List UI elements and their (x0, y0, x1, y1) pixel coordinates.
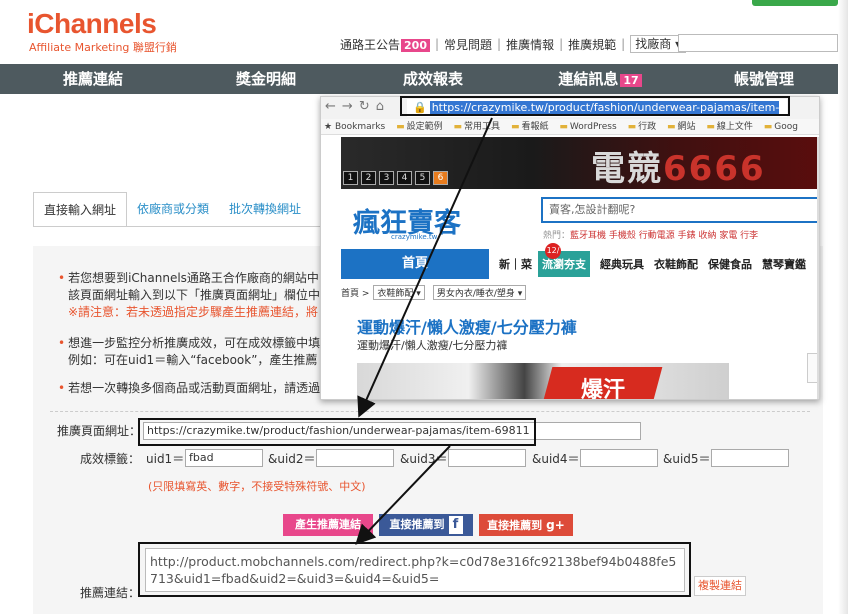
copy-link-button[interactable]: 複製連結 (694, 576, 746, 596)
nav-performance-report[interactable]: 成效報表 (346, 64, 520, 94)
folder-icon: ▬ (706, 122, 715, 132)
googleplus-icon: g+ (546, 518, 565, 532)
share-facebook-button[interactable]: 直接推薦到 f (379, 514, 473, 536)
share-googleplus-button[interactable]: 直接推薦到 g+ (479, 514, 573, 536)
crazymike-logo-sub: crazymike.tw (391, 233, 438, 241)
uid5-input[interactable] (711, 449, 789, 467)
tab-direct-url[interactable]: 直接輸入網址 (33, 192, 128, 226)
uid3-input[interactable] (448, 449, 526, 467)
banner-pager: 1 2 3 4 5 6 (343, 171, 451, 185)
logo-tagline: Affiliate Marketing 聯盟行銷 (29, 41, 177, 54)
top-green-button[interactable] (752, 0, 838, 6)
site-nav-home[interactable]: 首頁 (341, 249, 489, 279)
back-icon[interactable]: ← (325, 99, 342, 114)
main-nav: 推薦連結 獎金明細 成效報表 連結訊息 17 帳號管理 (0, 64, 848, 94)
site-nav-item[interactable]: 保健食品 (708, 256, 752, 272)
top-links: 通路王公告200 | 常見問題 | 推廣情報 | 推廣規範 | 找廠商 ▾ (340, 35, 687, 53)
site-nav-new[interactable]: 新｜菜 (499, 256, 532, 272)
site-nav-item[interactable]: 慧琴寶鑑 (762, 256, 806, 272)
instruction-1: • 若您想要到iChannels通路王合作廠商的網站中 該頁面網址輸入到以下「推廣… (58, 271, 321, 319)
product-title: 運動爆汗/懶人激瘦/七分壓力褲 (357, 318, 577, 337)
bookmarks-bar: ★ Bookmarks ▬ 設定範例 ▬ 常用工具 ▬ 看報紙 ▬ WordPress … (321, 119, 819, 135)
banner-page[interactable]: 4 (397, 171, 412, 185)
instruction-3: • 若想一次轉換多個商品或活動頁面網址，請透過 (58, 381, 321, 395)
hot-keywords: 熱門：藍牙耳機 手機殼 行動電源 手錶 收納 家電 行李 (543, 231, 759, 241)
uid4-input[interactable] (580, 449, 658, 467)
banner-page-active[interactable]: 6 (433, 171, 448, 185)
divider (50, 411, 810, 412)
nav-referral-links[interactable]: 推薦連結 (0, 64, 186, 94)
generate-link-button[interactable]: 產生推薦連結 (283, 514, 373, 536)
breadcrumb-home[interactable]: 首頁 > (341, 286, 369, 299)
site-search-input[interactable]: 賣客,怎設計翻呢? (541, 197, 819, 223)
link-method-tabs: 直接輸入網址 依廠商或分類 批次轉換網址 (33, 192, 311, 226)
browser-scrollbar[interactable] (817, 137, 819, 399)
ichannels-logo[interactable]: iChannels (27, 8, 157, 40)
link-promo-rules[interactable]: 推廣規範 (568, 36, 616, 53)
link-faq[interactable]: 常見問題 (444, 36, 492, 53)
banner-page[interactable]: 1 (343, 171, 358, 185)
uid-format-hint: (只限填寫英、數字，不接受特殊符號、中文) (148, 480, 366, 493)
reload-icon[interactable]: ↻ (359, 99, 376, 114)
folder-icon: ▬ (453, 122, 463, 132)
page-url-label: 推廣頁面網址： (57, 424, 142, 438)
uid1-label: uid1＝ (146, 452, 185, 466)
tab-batch-convert[interactable]: 批次轉換網址 (219, 192, 311, 226)
forward-icon[interactable]: → (342, 99, 359, 114)
messages-count-badge: 17 (620, 74, 642, 87)
nav-account-management[interactable]: 帳號管理 (680, 64, 848, 94)
banner-title: 電競6666 (591, 149, 766, 189)
product-burst-text: 爆汗 (581, 378, 626, 400)
bookmarks-star-icon: ★ (324, 122, 333, 132)
tab-by-merchant[interactable]: 依廠商或分類 (127, 192, 219, 226)
nav-bonus-details[interactable]: 獎金明細 (186, 64, 346, 94)
folder-icon: ▬ (396, 122, 405, 132)
banner-page[interactable]: 3 (379, 171, 394, 185)
folder-icon: ▬ (559, 122, 568, 132)
site-breadcrumb: 首頁 > 衣鞋飾配 ▾ 男女內衣/睡衣/塑身 ▾ (341, 285, 530, 300)
window-edge (838, 0, 848, 614)
product-image[interactable] (357, 363, 729, 399)
uid1-input[interactable]: fbad (185, 449, 263, 467)
tags-label: 成效標籤： (80, 452, 141, 466)
product-subtitle: 運動爆汗/懶人激瘦/七分壓力褲 (357, 339, 508, 352)
uid4-label: &uid4＝ (532, 452, 580, 466)
folder-icon: ▬ (510, 122, 520, 132)
announcement-count-badge: 200 (401, 38, 430, 52)
highlight-address-bar (400, 96, 790, 116)
nav-link-messages[interactable]: 連結訊息 17 (520, 64, 680, 94)
breadcrumb-cat2[interactable]: 男女內衣/睡衣/塑身 ▾ (432, 285, 527, 300)
link-promo-info[interactable]: 推廣情報 (506, 36, 554, 53)
uid2-label: &uid2＝ (268, 452, 316, 466)
browser-screenshot-overlay: ←→↻⌂ 🔒 https://crazymike.tw/product/fashi… (320, 96, 820, 400)
highlight-page-url (138, 418, 536, 446)
highlight-result-link (138, 542, 691, 597)
facebook-icon: f (448, 516, 463, 534)
link-announcements[interactable]: 通路王公告 200 (340, 36, 430, 53)
uid5-label: &uid5＝ (663, 452, 711, 466)
browser-nav-icons: ←→↻⌂ (325, 99, 390, 114)
home-icon[interactable]: ⌂ (376, 99, 390, 114)
breadcrumb-cat1[interactable]: 衣鞋飾配 ▾ (373, 285, 425, 300)
banner-page[interactable]: 2 (361, 171, 376, 185)
site-nav-item[interactable]: 經典玩具 (600, 256, 644, 272)
banner-page[interactable]: 5 (415, 171, 430, 185)
site-nav-item[interactable]: 衣鞋飾配 (654, 256, 698, 272)
folder-icon: ▬ (627, 122, 637, 132)
header-search-input[interactable] (678, 34, 838, 52)
result-label: 推薦連結： (80, 586, 141, 600)
folder-icon: ▬ (666, 122, 676, 132)
site-nav: 首頁 新｜菜 12/ 流瀏夯支 經典玩具 衣鞋飾配 保健食品 慧琴寶鑑 (341, 243, 819, 279)
instruction-2: • 想進一步監控分析推廣成效，可在成效標籤中填 例如：可在uid1＝輸入“face… (58, 336, 321, 367)
uid2-input[interactable] (316, 449, 394, 467)
folder-icon: ▬ (763, 122, 773, 132)
promo-banner[interactable]: 電競6666 1 2 3 4 5 6 (341, 137, 819, 189)
new-count-badge: 12/ (545, 243, 561, 259)
tab-divider (33, 226, 333, 227)
uid3-label: &uid3＝ (400, 452, 448, 466)
